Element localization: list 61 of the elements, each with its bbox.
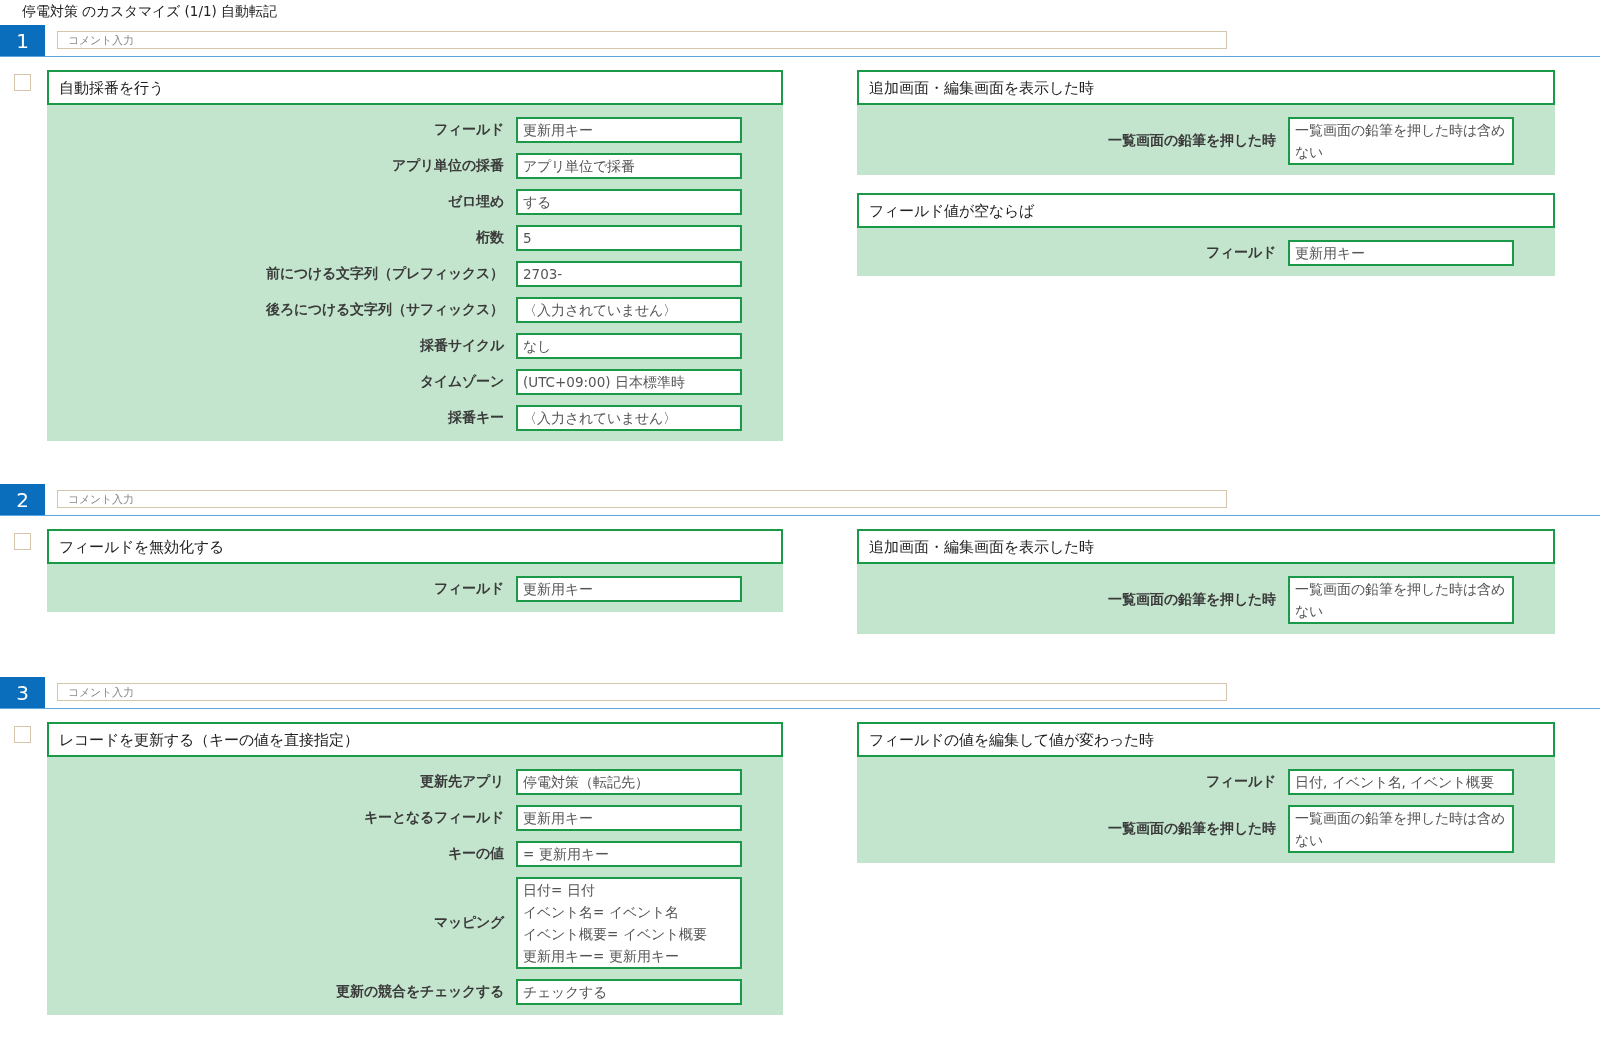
field-label: 更新先アプリ: [420, 773, 504, 791]
action-title: 自動採番を行う: [47, 70, 783, 105]
rule-number: 3: [0, 677, 45, 708]
comment-input[interactable]: コメント入力: [57, 31, 1227, 49]
field-label: 採番キー: [448, 409, 504, 427]
field-label: 後ろにつける文字列（サフィックス）: [266, 301, 504, 319]
field-label: キーの値: [448, 845, 504, 863]
checkbox[interactable]: [14, 533, 31, 550]
field-label: 一覧画面の鉛筆を押した時: [1108, 591, 1276, 609]
condition-title: フィールド値が空ならば: [857, 193, 1555, 228]
value-field[interactable]: 〈入力されていません〉: [516, 405, 742, 431]
field-label: 採番サイクル: [420, 337, 504, 355]
mapping-field[interactable]: 日付= 日付 イベント名= イベント名 イベント概要= イベント概要 更新用キー= 更新用キー: [516, 877, 742, 969]
value-field[interactable]: = 更新用キー: [516, 841, 742, 867]
value-field[interactable]: 日付, イベント名, イベント概要: [1288, 769, 1514, 795]
field-label: 桁数: [476, 229, 504, 247]
condition-title: 追加画面・編集画面を表示した時: [857, 529, 1555, 564]
value-field[interactable]: 停電対策（転記先）: [516, 769, 742, 795]
field-label: マッピング: [434, 914, 504, 932]
field-label: 前につける文字列（プレフィックス）: [266, 265, 504, 283]
rule-number: 1: [0, 25, 45, 56]
value-field[interactable]: 更新用キー: [516, 117, 742, 143]
comment-input[interactable]: コメント入力: [57, 490, 1227, 508]
page-title: 停電対策 のカスタマイズ (1/1) 自動転記: [21, 2, 279, 21]
value-field[interactable]: 一覧画面の鉛筆を押した時は含めない: [1288, 117, 1514, 165]
value-field[interactable]: アプリ単位で採番: [516, 153, 742, 179]
field-label: フィールド: [434, 580, 504, 598]
value-field[interactable]: 2703-: [516, 261, 742, 287]
mapping-entry: イベント名= イベント名: [523, 903, 679, 922]
condition-title: 追加画面・編集画面を表示した時: [857, 70, 1555, 105]
value-field[interactable]: 一覧画面の鉛筆を押した時は含めない: [1288, 576, 1514, 624]
condition-title: フィールドの値を編集して値が変わった時: [857, 722, 1555, 757]
field-label: キーとなるフィールド: [364, 809, 504, 827]
action-title: レコードを更新する（キーの値を直接指定）: [47, 722, 783, 757]
field-label: フィールド: [434, 121, 504, 139]
field-label: 一覧画面の鉛筆を押した時: [1108, 820, 1276, 838]
field-label: ゼロ埋め: [448, 193, 504, 211]
field-label: フィールド: [1206, 773, 1276, 791]
mapping-entry: 更新用キー= 更新用キー: [523, 947, 679, 966]
field-label: タイムゾーン: [420, 373, 504, 391]
value-field[interactable]: 更新用キー: [516, 576, 742, 602]
value-field[interactable]: (UTC+09:00) 日本標準時: [516, 369, 742, 395]
value-field[interactable]: 〈入力されていません〉: [516, 297, 742, 323]
field-label: アプリ単位の採番: [392, 157, 504, 175]
checkbox[interactable]: [14, 74, 31, 91]
action-title: フィールドを無効化する: [47, 529, 783, 564]
field-label: 更新の競合をチェックする: [336, 983, 504, 1001]
field-label: 一覧画面の鉛筆を押した時: [1108, 132, 1276, 150]
field-label: フィールド: [1206, 244, 1276, 262]
value-field[interactable]: チェックする: [516, 979, 742, 1005]
value-field[interactable]: する: [516, 189, 742, 215]
value-field[interactable]: 更新用キー: [1288, 240, 1514, 266]
value-field[interactable]: 更新用キー: [516, 805, 742, 831]
mapping-entry: イベント概要= イベント概要: [523, 925, 707, 944]
value-field[interactable]: なし: [516, 333, 742, 359]
rule-number: 2: [0, 484, 45, 515]
checkbox[interactable]: [14, 726, 31, 743]
comment-input[interactable]: コメント入力: [57, 683, 1227, 701]
value-field[interactable]: 5: [516, 225, 742, 251]
mapping-entry: 日付= 日付: [523, 881, 595, 900]
value-field[interactable]: 一覧画面の鉛筆を押した時は含めない: [1288, 805, 1514, 853]
